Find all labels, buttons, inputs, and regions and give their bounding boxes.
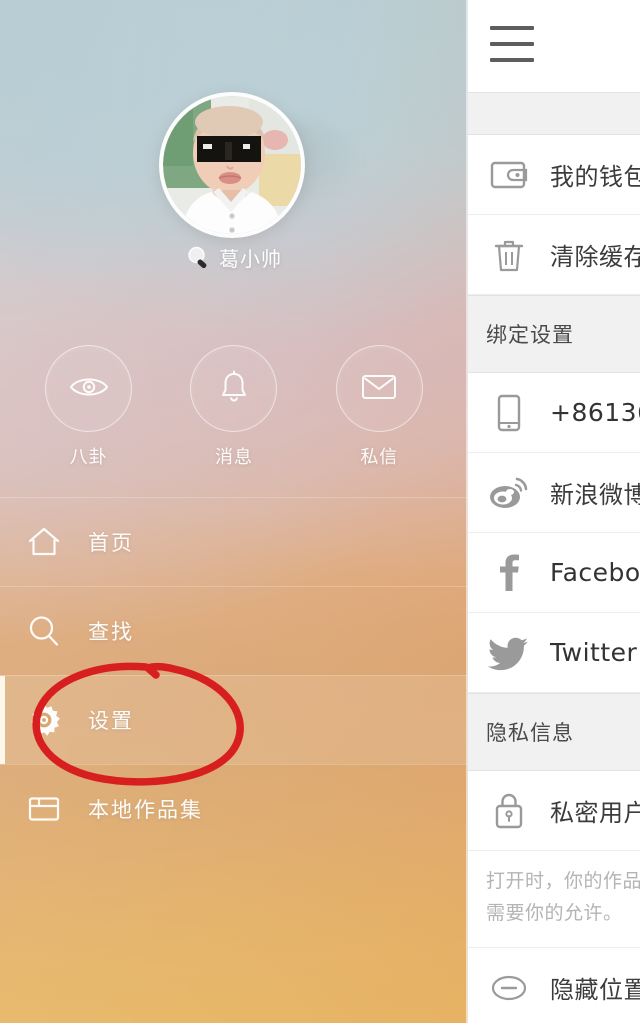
sidebar-item-settings-label: 设置 bbox=[88, 709, 134, 733]
facebook-icon bbox=[468, 553, 550, 593]
sidebar-item-local-works-label: 本地作品集 bbox=[88, 798, 203, 822]
settings-row-my-wallet-label: 我的钱包 bbox=[550, 163, 640, 191]
settings-row-twitter-binding[interactable]: Twitter bbox=[468, 613, 640, 693]
settings-row-private-account[interactable]: 私密用户 bbox=[468, 771, 640, 851]
settings-row-phone-binding[interactable]: +86136 bbox=[468, 373, 640, 453]
settings-row-hide-location-label: 隐藏位置 bbox=[550, 976, 640, 1004]
eye-icon bbox=[69, 374, 109, 404]
settings-row-hide-location[interactable]: 隐藏位置 bbox=[468, 948, 640, 1023]
settings-row-facebook-binding[interactable]: Facebook bbox=[468, 533, 640, 613]
phone-icon bbox=[468, 393, 550, 433]
section-header-binding-settings-label: 绑定设置 bbox=[486, 323, 574, 347]
sidebar-item-home-label: 首页 bbox=[88, 531, 134, 555]
action-notifications-label: 消息 bbox=[214, 447, 253, 468]
settings-panel-content: 我的钱包 清除缓存 绑定设置 +8613 新浪微博 Facebo Twitter… bbox=[468, 0, 640, 1023]
quick-actions: 八卦 消息 私信 bbox=[0, 345, 468, 469]
settings-row-clear-cache[interactable]: 清除缓存 bbox=[468, 215, 640, 295]
settings-row-twitter-binding-label: Twitter bbox=[550, 638, 638, 667]
sidebar-item-search[interactable]: 查找 bbox=[0, 586, 468, 675]
envelope-icon bbox=[361, 373, 397, 405]
drawer-nav-list: 首页 查找 设置 本地作品集 bbox=[0, 497, 468, 853]
action-notifications[interactable]: 消息 bbox=[183, 345, 285, 469]
lock-icon bbox=[468, 791, 550, 831]
app-screenshot: 葛小帅 八卦 消息 私信 首页 查找 设置 本地作品集 我的钱包 清除缓存 绑定… bbox=[0, 0, 640, 1023]
sidebar-item-search-label: 查找 bbox=[88, 620, 134, 644]
action-gossip-circle[interactable] bbox=[45, 345, 133, 432]
gear-icon bbox=[0, 703, 88, 737]
trash-icon bbox=[468, 237, 550, 273]
action-notifications-circle[interactable] bbox=[190, 345, 278, 432]
section-header-privacy-info-label: 隐私信息 bbox=[486, 721, 574, 745]
section-header-privacy-info: 隐私信息 bbox=[468, 693, 640, 771]
home-icon bbox=[0, 526, 88, 558]
private-account-note: 打开时，你的作品 需要你的允许。 bbox=[468, 851, 640, 948]
action-gossip[interactable]: 八卦 bbox=[38, 345, 140, 469]
settings-row-weibo-binding-label: 新浪微博 bbox=[550, 481, 640, 509]
folder-icon bbox=[0, 794, 88, 824]
settings-row-facebook-binding-label: Facebook bbox=[550, 558, 640, 587]
sidebar-item-local-works[interactable]: 本地作品集 bbox=[0, 764, 468, 853]
wallet-icon bbox=[468, 158, 550, 192]
settings-row-phone-binding-label: +86136 bbox=[550, 398, 640, 427]
private-account-note-line-2: 需要你的允许。 bbox=[486, 902, 623, 924]
bell-icon bbox=[219, 370, 249, 408]
settings-row-private-account-label: 私密用户 bbox=[550, 799, 640, 827]
settings-row-clear-cache-label: 清除缓存 bbox=[550, 243, 640, 271]
settings-row-weibo-binding[interactable]: 新浪微博 bbox=[468, 453, 640, 533]
search-icon bbox=[0, 614, 88, 648]
action-direct-messages[interactable]: 私信 bbox=[328, 345, 430, 469]
weibo-icon bbox=[468, 475, 550, 511]
magnifier-badge-icon bbox=[186, 245, 212, 271]
section-header-binding-settings: 绑定设置 bbox=[468, 295, 640, 373]
settings-panel: 我的钱包 清除缓存 绑定设置 +8613 新浪微博 Facebo Twitter… bbox=[468, 0, 640, 1023]
profile-name: 葛小帅 bbox=[219, 247, 282, 271]
navigation-drawer: 葛小帅 八卦 消息 私信 首页 查找 设置 本地作品集 bbox=[0, 0, 468, 1023]
private-account-note-line-1: 打开时，你的作品 bbox=[486, 870, 640, 892]
action-direct-messages-circle[interactable] bbox=[335, 345, 423, 432]
avatar[interactable] bbox=[159, 92, 305, 238]
sidebar-item-home[interactable]: 首页 bbox=[0, 497, 468, 586]
user-avatar-photo bbox=[163, 96, 301, 234]
settings-row-my-wallet[interactable]: 我的钱包 bbox=[468, 135, 640, 215]
twitter-icon bbox=[468, 635, 550, 671]
profile-name-row[interactable]: 葛小帅 bbox=[0, 243, 468, 272]
hamburger-menu-icon[interactable] bbox=[490, 26, 534, 62]
avatar-ring bbox=[159, 92, 305, 238]
action-gossip-label: 八卦 bbox=[69, 447, 108, 468]
action-direct-messages-label: 私信 bbox=[360, 447, 399, 468]
sidebar-item-settings[interactable]: 设置 bbox=[0, 675, 468, 764]
settings-spacer bbox=[468, 92, 640, 135]
minus-oval-icon bbox=[468, 973, 550, 1003]
settings-topbar bbox=[468, 0, 640, 92]
